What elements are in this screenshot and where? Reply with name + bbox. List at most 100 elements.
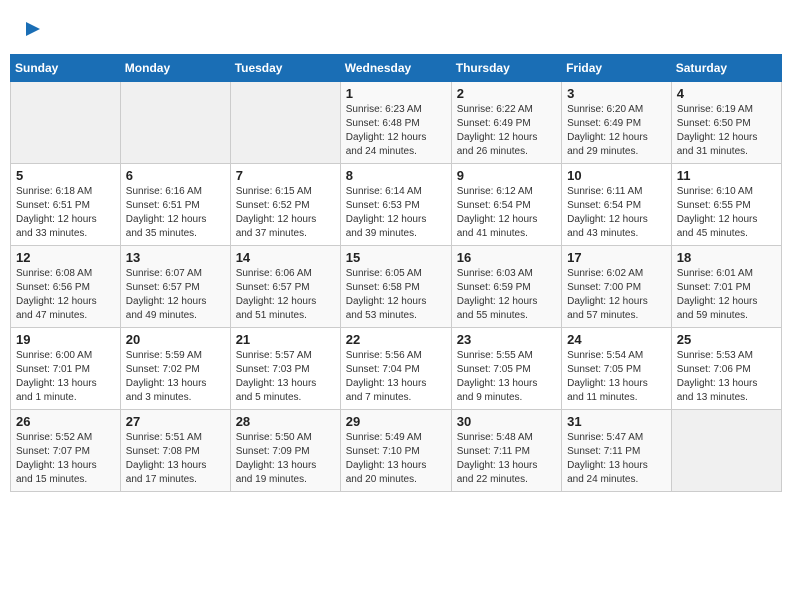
- day-info: Sunrise: 6:06 AM Sunset: 6:57 PM Dayligh…: [236, 267, 335, 323]
- day-info: Sunrise: 5:47 AM Sunset: 7:11 PM Dayligh…: [567, 431, 666, 487]
- day-info: Sunrise: 6:03 AM Sunset: 6:59 PM Dayligh…: [457, 267, 556, 323]
- logo: [20, 18, 44, 42]
- calendar-cell: 30 Sunrise: 5:48 AM Sunset: 7:11 PM Dayli…: [451, 410, 561, 492]
- day-info: Sunrise: 6:16 AM Sunset: 6:51 PM Dayligh…: [126, 185, 225, 241]
- calendar-cell: 27Sunrise: 5:51 AM Sunset: 7:08 PM Dayli…: [120, 410, 230, 492]
- day-number: 26: [16, 414, 115, 429]
- day-number: 11: [677, 168, 776, 183]
- calendar-week-row: 26 Sunrise: 5:52 AM Sunset: 7:07 PM Dayli…: [11, 410, 782, 492]
- calendar-cell: 14 Sunrise: 6:06 AM Sunset: 6:57 PM Dayli…: [230, 246, 340, 328]
- day-info: Sunrise: 5:57 AM Sunset: 7:03 PM Dayligh…: [236, 349, 335, 405]
- day-number: 25: [677, 332, 776, 347]
- calendar-cell: 4Sunrise: 6:19 AM Sunset: 6:50 PM Daylig…: [671, 82, 781, 164]
- day-info: Sunrise: 6:18 AM Sunset: 6:51 PM Dayligh…: [16, 185, 115, 241]
- calendar-cell: 22 Sunrise: 5:56 AM Sunset: 7:04 PM Dayli…: [340, 328, 451, 410]
- calendar-cell: 28 Sunrise: 5:50 AM Sunset: 7:09 PM Dayli…: [230, 410, 340, 492]
- day-number: 22: [346, 332, 446, 347]
- day-info: Sunrise: 5:50 AM Sunset: 7:09 PM Dayligh…: [236, 431, 335, 487]
- day-number: 23: [457, 332, 556, 347]
- day-info: Sunrise: 5:55 AM Sunset: 7:05 PM Dayligh…: [457, 349, 556, 405]
- calendar-cell: 21 Sunrise: 5:57 AM Sunset: 7:03 PM Dayli…: [230, 328, 340, 410]
- day-info: Sunrise: 6:20 AM Sunset: 6:49 PM Dayligh…: [567, 103, 666, 159]
- day-info: Sunrise: 5:54 AM Sunset: 7:05 PM Dayligh…: [567, 349, 666, 405]
- day-number: 20: [126, 332, 225, 347]
- calendar-cell: [230, 82, 340, 164]
- calendar-cell: 8 Sunrise: 6:14 AM Sunset: 6:53 PM Daylig…: [340, 164, 451, 246]
- day-info: Sunrise: 6:12 AM Sunset: 6:54 PM Dayligh…: [457, 185, 556, 241]
- day-of-week-header: Saturday: [671, 55, 781, 82]
- calendar-cell: 11Sunrise: 6:10 AM Sunset: 6:55 PM Dayli…: [671, 164, 781, 246]
- day-of-week-header: Tuesday: [230, 55, 340, 82]
- calendar-cell: 23 Sunrise: 5:55 AM Sunset: 7:05 PM Dayli…: [451, 328, 561, 410]
- day-of-week-header: Thursday: [451, 55, 561, 82]
- calendar-cell: 12Sunrise: 6:08 AM Sunset: 6:56 PM Dayli…: [11, 246, 121, 328]
- day-number: 30: [457, 414, 556, 429]
- day-number: 10: [567, 168, 666, 183]
- day-number: 2: [457, 86, 556, 101]
- calendar-week-row: 19 Sunrise: 6:00 AM Sunset: 7:01 PM Dayli…: [11, 328, 782, 410]
- day-info: Sunrise: 6:14 AM Sunset: 6:53 PM Dayligh…: [346, 185, 446, 241]
- day-info: Sunrise: 5:49 AM Sunset: 7:10 PM Dayligh…: [346, 431, 446, 487]
- day-info: Sunrise: 6:11 AM Sunset: 6:54 PM Dayligh…: [567, 185, 666, 241]
- day-number: 3: [567, 86, 666, 101]
- calendar-cell: 9 Sunrise: 6:12 AM Sunset: 6:54 PM Daylig…: [451, 164, 561, 246]
- day-number: 9: [457, 168, 556, 183]
- calendar-week-row: 12Sunrise: 6:08 AM Sunset: 6:56 PM Dayli…: [11, 246, 782, 328]
- day-info: Sunrise: 5:48 AM Sunset: 7:11 PM Dayligh…: [457, 431, 556, 487]
- day-number: 13: [126, 250, 225, 265]
- day-number: 24: [567, 332, 666, 347]
- day-number: 12: [16, 250, 115, 265]
- calendar-cell: 20 Sunrise: 5:59 AM Sunset: 7:02 PM Dayli…: [120, 328, 230, 410]
- day-info: Sunrise: 5:56 AM Sunset: 7:04 PM Dayligh…: [346, 349, 446, 405]
- day-number: 14: [236, 250, 335, 265]
- calendar-cell: 17 Sunrise: 6:02 AM Sunset: 7:00 PM Dayli…: [562, 246, 672, 328]
- calendar-cell: [120, 82, 230, 164]
- calendar-cell: 29 Sunrise: 5:49 AM Sunset: 7:10 PM Dayli…: [340, 410, 451, 492]
- calendar-cell: 7 Sunrise: 6:15 AM Sunset: 6:52 PM Daylig…: [230, 164, 340, 246]
- day-number: 7: [236, 168, 335, 183]
- calendar-cell: 25 Sunrise: 5:53 AM Sunset: 7:06 PM Dayli…: [671, 328, 781, 410]
- day-info: Sunrise: 6:23 AM Sunset: 6:48 PM Dayligh…: [346, 103, 446, 159]
- calendar-week-row: 5 Sunrise: 6:18 AM Sunset: 6:51 PM Daylig…: [11, 164, 782, 246]
- calendar-cell: 10 Sunrise: 6:11 AM Sunset: 6:54 PM Dayli…: [562, 164, 672, 246]
- day-info: Sunrise: 6:00 AM Sunset: 7:01 PM Dayligh…: [16, 349, 115, 405]
- day-of-week-header: Monday: [120, 55, 230, 82]
- page-header: [10, 10, 782, 46]
- day-number: 28: [236, 414, 335, 429]
- day-number: 16: [457, 250, 556, 265]
- day-number: 1: [346, 86, 446, 101]
- day-number: 17: [567, 250, 666, 265]
- calendar-cell: 2Sunrise: 6:22 AM Sunset: 6:49 PM Daylig…: [451, 82, 561, 164]
- calendar-cell: 18 Sunrise: 6:01 AM Sunset: 7:01 PM Dayli…: [671, 246, 781, 328]
- day-of-week-header: Friday: [562, 55, 672, 82]
- calendar-cell: 13 Sunrise: 6:07 AM Sunset: 6:57 PM Dayli…: [120, 246, 230, 328]
- day-of-week-header: Wednesday: [340, 55, 451, 82]
- day-number: 5: [16, 168, 115, 183]
- day-number: 21: [236, 332, 335, 347]
- day-number: 6: [126, 168, 225, 183]
- day-info: Sunrise: 5:52 AM Sunset: 7:07 PM Dayligh…: [16, 431, 115, 487]
- calendar-cell: 31 Sunrise: 5:47 AM Sunset: 7:11 PM Dayli…: [562, 410, 672, 492]
- day-number: 31: [567, 414, 666, 429]
- day-info: Sunrise: 6:07 AM Sunset: 6:57 PM Dayligh…: [126, 267, 225, 323]
- calendar-cell: 19 Sunrise: 6:00 AM Sunset: 7:01 PM Dayli…: [11, 328, 121, 410]
- day-info: Sunrise: 5:53 AM Sunset: 7:06 PM Dayligh…: [677, 349, 776, 405]
- day-number: 18: [677, 250, 776, 265]
- day-number: 15: [346, 250, 446, 265]
- calendar-cell: [671, 410, 781, 492]
- day-info: Sunrise: 6:19 AM Sunset: 6:50 PM Dayligh…: [677, 103, 776, 159]
- day-info: Sunrise: 6:15 AM Sunset: 6:52 PM Dayligh…: [236, 185, 335, 241]
- day-of-week-header: Sunday: [11, 55, 121, 82]
- day-info: Sunrise: 5:59 AM Sunset: 7:02 PM Dayligh…: [126, 349, 225, 405]
- day-info: Sunrise: 6:02 AM Sunset: 7:00 PM Dayligh…: [567, 267, 666, 323]
- day-number: 29: [346, 414, 446, 429]
- day-number: 19: [16, 332, 115, 347]
- calendar-cell: 15Sunrise: 6:05 AM Sunset: 6:58 PM Dayli…: [340, 246, 451, 328]
- calendar-cell: 16 Sunrise: 6:03 AM Sunset: 6:59 PM Dayli…: [451, 246, 561, 328]
- day-info: Sunrise: 6:01 AM Sunset: 7:01 PM Dayligh…: [677, 267, 776, 323]
- day-number: 8: [346, 168, 446, 183]
- calendar-cell: 26 Sunrise: 5:52 AM Sunset: 7:07 PM Dayli…: [11, 410, 121, 492]
- calendar-cell: 1 Sunrise: 6:23 AM Sunset: 6:48 PM Daylig…: [340, 82, 451, 164]
- calendar-header-row: SundayMondayTuesdayWednesdayThursdayFrid…: [11, 55, 782, 82]
- calendar-cell: 6 Sunrise: 6:16 AM Sunset: 6:51 PM Daylig…: [120, 164, 230, 246]
